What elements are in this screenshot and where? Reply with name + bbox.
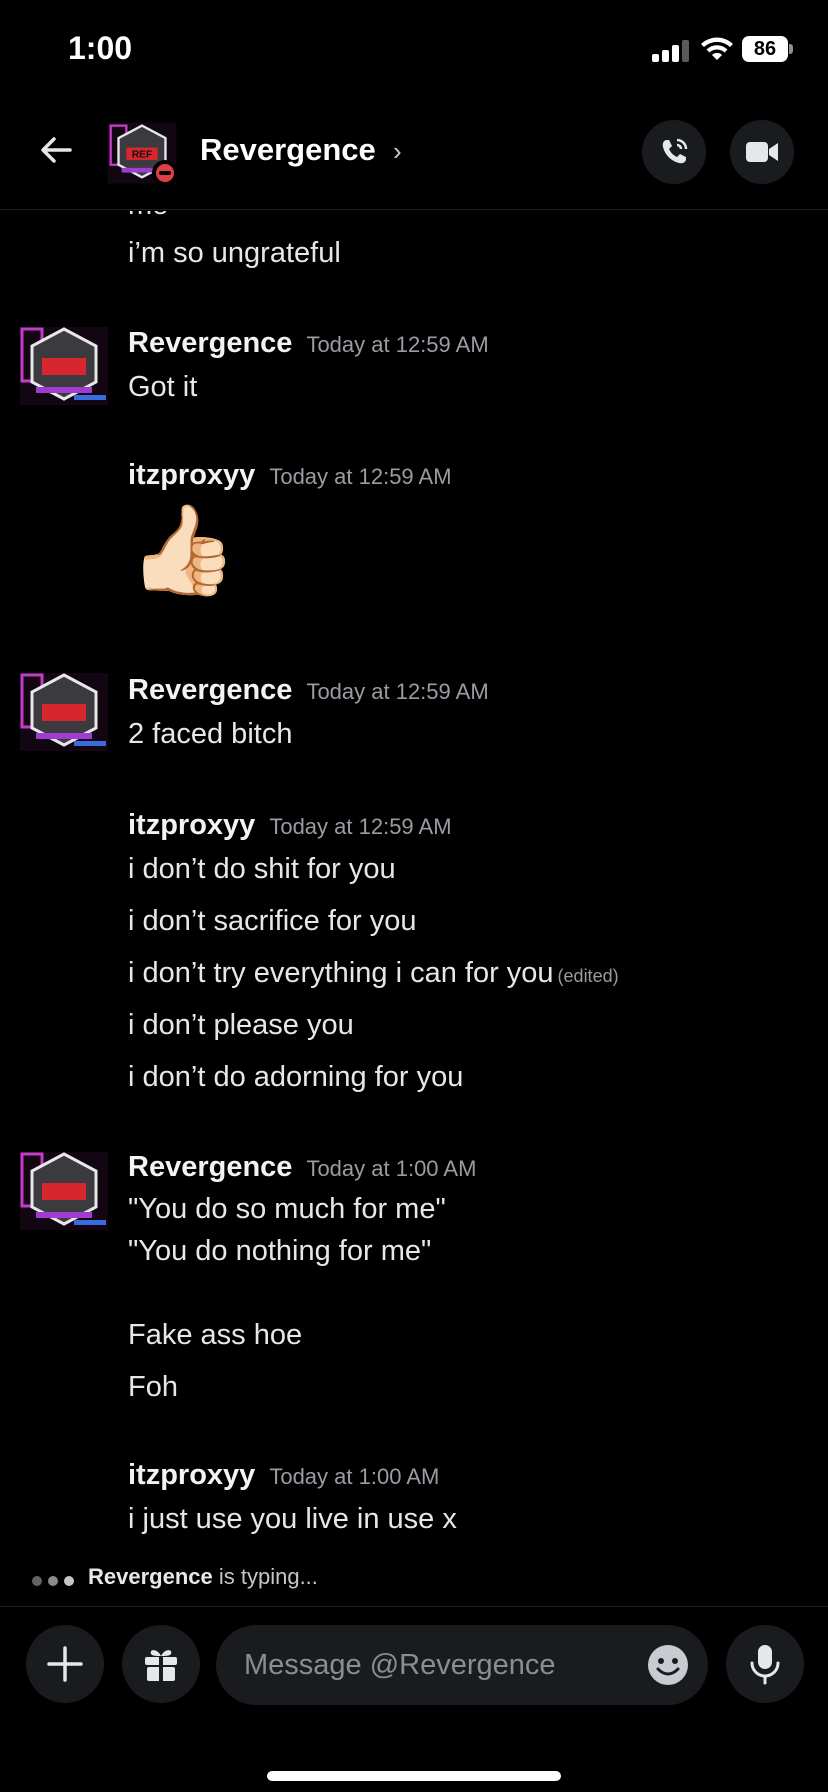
header-title[interactable]: Revergence [200,132,376,168]
message-timestamp: Today at 1:00 AM [306,1156,477,1181]
gift-button[interactable] [122,1625,200,1703]
message-author[interactable]: itzproxyy Today at 12:59 AM [128,809,452,842]
message-line: i just use you live in use x [128,1503,457,1535]
message-line: "You do so much for me" [128,1193,446,1225]
message-timestamp: Today at 12:59 AM [306,679,489,704]
battery-icon: 86 [742,36,794,62]
message-line: me [128,211,168,222]
message-line: i don’t do adorning for you [128,1061,464,1093]
message-line: i don’t please you [128,1009,354,1041]
dnd-status-icon [152,160,178,186]
video-call-button[interactable] [730,120,794,184]
message-input[interactable] [244,1625,624,1705]
message-line: i don’t sacrifice for you [128,905,417,937]
back-arrow-icon[interactable] [34,128,78,172]
message-timestamp: Today at 1:00 AM [269,1464,440,1489]
chat-header: REF Revergence › [0,100,828,210]
message-line: i don’t try everything i can for you (edi… [128,957,619,989]
message-list[interactable]: me i’m so ungrateful RevergenceToday at … [0,211,828,1571]
plus-icon [47,1646,83,1682]
microphone-icon [750,1645,780,1685]
thumbs-up-emoji: 👍🏻 [128,500,238,599]
avatar[interactable] [18,1150,110,1232]
voice-message-button[interactable] [726,1625,804,1703]
message-line: Foh [128,1371,178,1403]
attach-button[interactable] [26,1625,104,1703]
message-line: i don’t do shit for you [128,853,396,885]
avatar[interactable] [18,325,110,407]
message-composer [0,1606,828,1792]
battery-level: 86 [742,36,788,62]
message-timestamp: Today at 12:59 AM [306,332,489,357]
message-line: Got it [128,371,198,403]
wifi-icon [701,37,733,60]
message-line: Fake ass hoe [128,1319,303,1351]
message-line: 2 faced bitch [128,718,293,750]
typing-user: Revergence [88,1564,213,1589]
status-time: 1:00 [68,30,133,66]
message-author[interactable]: Revergence Today at 12:59 AM [128,674,489,707]
video-camera-icon [746,142,778,162]
typing-suffix: is typing... [212,1564,318,1589]
avatar[interactable] [18,671,110,753]
voice-call-button[interactable] [642,120,706,184]
message-input-container[interactable] [216,1625,708,1705]
message-author[interactable]: itzproxyy Today at 1:00 AM [128,1459,439,1492]
home-indicator[interactable] [267,1771,561,1781]
status-bar: 1:00 86 [0,0,828,100]
gift-icon [145,1650,177,1681]
message-line: i’m so ungrateful [128,237,341,269]
message-author[interactable]: Revergence Today at 1:00 AM [128,1151,476,1184]
emoji-icon[interactable] [646,1643,690,1687]
message-timestamp: Today at 12:59 AM [269,464,452,489]
svg-text:REF: REF [132,150,152,161]
cellular-signal-icon [652,38,692,62]
chevron-right-icon[interactable]: › [393,136,402,167]
message-author[interactable]: itzproxyy Today at 12:59 AM [128,459,452,492]
edited-label: (edited) [557,966,619,986]
message-timestamp: Today at 12:59 AM [269,814,452,839]
phone-icon [662,138,688,164]
message-author[interactable]: Revergence Today at 12:59 AM [128,327,489,360]
message-line: "You do nothing for me" [128,1235,432,1267]
typing-dots-icon [32,1576,76,1586]
